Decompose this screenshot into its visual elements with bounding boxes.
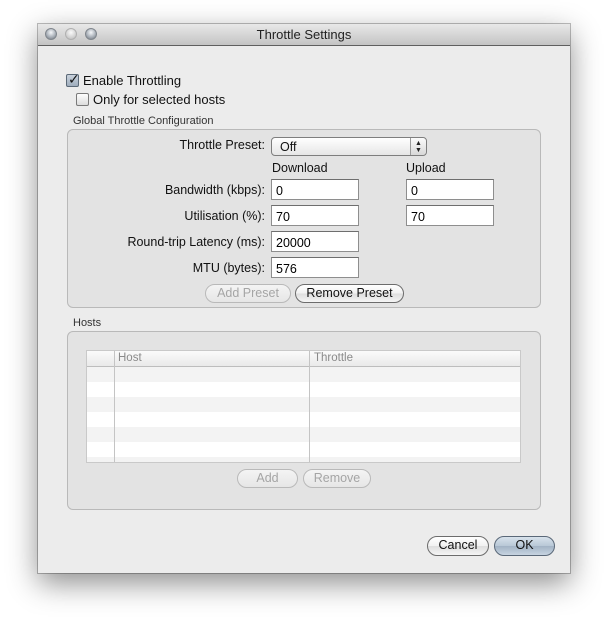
add-preset-button[interactable]: Add Preset [205, 284, 291, 303]
hosts-table[interactable]: Host Throttle [86, 350, 521, 463]
download-column-header: Download [272, 161, 328, 175]
add-host-button[interactable]: Add [237, 469, 298, 488]
utilisation-label: Utilisation (%): [184, 209, 265, 223]
ok-button[interactable]: OK [494, 536, 555, 556]
enable-throttling-label[interactable]: Enable Throttling [83, 73, 181, 88]
enable-throttling-checkbox[interactable]: ✓ [66, 71, 80, 87]
column-header-throttle[interactable]: Throttle [314, 352, 353, 364]
window-title: Throttle Settings [256, 27, 352, 42]
table-row [87, 427, 520, 442]
column-divider [309, 351, 310, 462]
table-row [87, 457, 520, 462]
throttle-preset-select[interactable]: Off ▲ ▼ [271, 137, 427, 156]
table-row [87, 397, 520, 412]
latency-label: Round-trip Latency (ms): [127, 235, 265, 249]
global-config-group-label: Global Throttle Configuration [73, 115, 214, 127]
cancel-button[interactable]: Cancel [427, 536, 489, 556]
hosts-table-header: Host Throttle [87, 351, 520, 367]
remove-host-button[interactable]: Remove [303, 469, 371, 488]
checkmark-icon: ✓ [68, 71, 80, 87]
only-selected-hosts-checkbox[interactable] [76, 93, 89, 106]
table-row [87, 382, 520, 397]
utilisation-upload-input[interactable] [406, 205, 494, 226]
throttle-preset-label: Throttle Preset: [179, 138, 265, 152]
bandwidth-upload-input[interactable] [406, 179, 494, 200]
bandwidth-label: Bandwidth (kbps): [164, 183, 265, 197]
utilisation-download-input[interactable] [271, 205, 359, 226]
table-row [87, 367, 520, 382]
mtu-input[interactable] [271, 257, 359, 278]
only-selected-hosts-label[interactable]: Only for selected hosts [93, 92, 225, 107]
mtu-label: MTU (bytes): [192, 261, 265, 275]
column-header-host[interactable]: Host [118, 352, 142, 364]
throttle-preset-value: Off [280, 140, 297, 154]
title-bar[interactable]: Throttle Settings [38, 24, 570, 46]
bandwidth-download-input[interactable] [271, 179, 359, 200]
table-row [87, 412, 520, 427]
remove-preset-button[interactable]: Remove Preset [295, 284, 404, 303]
hosts-group-label: Hosts [73, 317, 102, 329]
column-divider [114, 351, 115, 462]
table-row [87, 442, 520, 457]
up-down-arrows-icon: ▲ ▼ [410, 138, 426, 155]
latency-input[interactable] [271, 231, 359, 252]
upload-column-header: Upload [406, 161, 446, 175]
